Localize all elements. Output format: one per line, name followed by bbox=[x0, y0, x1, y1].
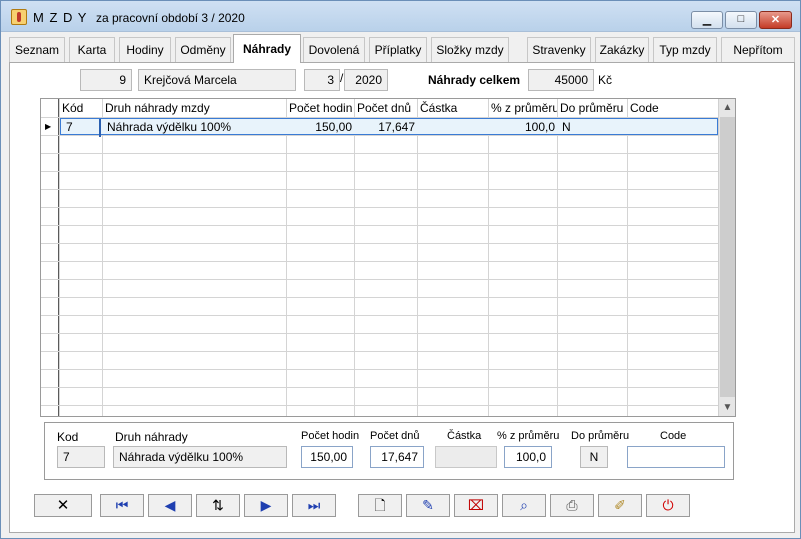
tab-seznam[interactable]: Seznam bbox=[9, 37, 65, 63]
detail-do-prumeru-field[interactable]: N bbox=[580, 446, 608, 468]
detail-kod-label: Kod bbox=[57, 430, 79, 444]
column-header-hodin[interactable]: Počet hodin bbox=[287, 99, 354, 117]
title-bar: M Z D Y za pracovní období 3 / 2020 ▁ □ … bbox=[1, 1, 800, 32]
sort-az-icon: ⇅ bbox=[212, 497, 224, 513]
tab-dovolena[interactable]: Dovolená bbox=[303, 37, 365, 63]
scroll-down-icon[interactable]: ▼ bbox=[719, 399, 735, 416]
column-header-procento[interactable]: % z průměru bbox=[489, 99, 557, 117]
maximize-icon: □ bbox=[737, 13, 745, 25]
total-label: Náhrady celkem bbox=[428, 73, 521, 87]
tab-odmeny[interactable]: Odměny bbox=[175, 37, 231, 63]
tab-nepritom[interactable]: Nepřítom bbox=[721, 37, 795, 63]
binoculars-icon: ⌕ bbox=[520, 497, 528, 513]
tab-hodiny[interactable]: Hodiny bbox=[119, 37, 171, 63]
cell-code[interactable] bbox=[629, 119, 718, 137]
column-header-kod[interactable]: Kód bbox=[60, 99, 102, 117]
app-icon bbox=[11, 9, 27, 25]
tab-karta[interactable]: Karta bbox=[69, 37, 115, 63]
x-icon: ✕ bbox=[56, 497, 70, 514]
detail-castka-input[interactable] bbox=[435, 446, 497, 468]
column-header-code[interactable]: Code bbox=[628, 99, 718, 117]
last-record-icon: ⏭ bbox=[307, 497, 321, 513]
main-window: M Z D Y za pracovní období 3 / 2020 ▁ □ … bbox=[0, 0, 801, 539]
cell-procento[interactable]: 100,0 bbox=[490, 119, 558, 137]
period-year-field[interactable]: 2020 bbox=[344, 69, 388, 91]
delete-record-button[interactable]: ⌧ bbox=[454, 494, 498, 517]
close-icon: ✕ bbox=[770, 14, 781, 26]
close-button[interactable]: ✕ bbox=[759, 11, 792, 29]
sort-button[interactable]: ⇅ bbox=[196, 494, 240, 517]
detail-hodin-input[interactable]: 150,00 bbox=[301, 446, 353, 468]
first-record-button[interactable]: ⏮ bbox=[100, 494, 144, 517]
current-row-pointer-icon: ▶ bbox=[45, 122, 52, 131]
tab-stravenky[interactable]: Stravenky bbox=[527, 37, 591, 63]
column-header-do-prumeru[interactable]: Do průměru bbox=[558, 99, 627, 117]
first-record-icon: ⏮ bbox=[115, 497, 129, 513]
detail-panel: Kod 7 Druh náhrady Náhrada výdělku 100% … bbox=[44, 422, 734, 480]
delete-icon: ⌧ bbox=[467, 497, 485, 513]
scroll-thumb[interactable] bbox=[720, 117, 735, 397]
scroll-up-icon[interactable]: ▲ bbox=[719, 99, 735, 116]
period-separator: / bbox=[340, 71, 344, 85]
next-record-button[interactable]: ▶ bbox=[244, 494, 288, 517]
detail-procento-input[interactable]: 100,0 bbox=[504, 446, 552, 468]
last-record-button[interactable]: ⏭ bbox=[292, 494, 336, 517]
edit-icon: ✎ bbox=[422, 497, 434, 513]
employee-number-field[interactable]: 9 bbox=[80, 69, 132, 91]
detail-druh-label: Druh náhrady bbox=[115, 430, 188, 444]
period-title: za pracovní období 3 / 2020 bbox=[96, 11, 245, 25]
next-record-icon: ▶ bbox=[260, 497, 272, 513]
grid-vertical-scrollbar[interactable]: ▲ ▼ bbox=[718, 99, 735, 416]
power-icon: ⏻ bbox=[662, 497, 674, 513]
compensation-grid[interactable]: ▶ Kód Druh náhrady mzdy Počet hodin Poče… bbox=[40, 98, 736, 417]
total-value-field: 45000 bbox=[528, 69, 594, 91]
cancel-button[interactable]: ✕ bbox=[34, 494, 92, 517]
currency-label: Kč bbox=[598, 73, 613, 87]
employee-name-field[interactable]: Krejčová Marcela bbox=[138, 69, 296, 91]
maximize-button[interactable]: □ bbox=[725, 11, 757, 29]
tab-content: 9 Krejčová Marcela 3 / 2020 Náhrady celk… bbox=[9, 62, 795, 533]
tab-typ-mzdy[interactable]: Typ mzdy bbox=[653, 37, 717, 63]
edit-record-button[interactable]: ✎ bbox=[406, 494, 450, 517]
detail-do-prumeru-label: Do průměru bbox=[571, 430, 630, 442]
app-title: M Z D Y bbox=[33, 10, 88, 25]
prev-record-icon: ◀ bbox=[164, 497, 176, 513]
tab-zakazky[interactable]: Zakázky bbox=[595, 37, 649, 63]
detail-dnu-label: Počet dnů bbox=[370, 430, 420, 442]
cell-castka[interactable] bbox=[419, 119, 489, 137]
detail-druh-field[interactable]: Náhrada výdělku 100% bbox=[113, 446, 287, 468]
cell-hodin[interactable]: 150,00 bbox=[288, 119, 355, 137]
new-document-icon: 🗋 bbox=[374, 497, 386, 513]
minimize-button[interactable]: ▁ bbox=[691, 11, 723, 29]
cell-dnu[interactable]: 17,647 bbox=[356, 119, 418, 137]
column-header-dnu[interactable]: Počet dnů bbox=[355, 99, 417, 117]
tab-strip: Seznam Karta Hodiny Odměny Náhrady Dovol… bbox=[9, 34, 795, 63]
table-row[interactable]: 7 Náhrada výdělku 100% 150,00 17,647 100… bbox=[60, 118, 718, 137]
tab-priplatky[interactable]: Příplatky bbox=[369, 37, 427, 63]
detail-castka-label: Částka bbox=[447, 430, 482, 442]
cell-kod[interactable]: 7 bbox=[63, 119, 101, 137]
detail-procento-label: % z průměru bbox=[497, 430, 560, 442]
period-month-field[interactable]: 3 bbox=[304, 69, 340, 91]
printer-icon: ⎙ bbox=[566, 497, 578, 513]
find-button[interactable]: ⌕ bbox=[502, 494, 546, 517]
cell-do-prumeru[interactable]: N bbox=[559, 119, 628, 137]
tab-nahrady[interactable]: Náhrady bbox=[233, 34, 301, 63]
eraser-icon: ✐ bbox=[614, 497, 626, 513]
new-record-button[interactable]: 🗋 bbox=[358, 494, 402, 517]
minimize-icon: ▁ bbox=[702, 14, 712, 26]
cell-druh[interactable]: Náhrada výdělku 100% bbox=[104, 119, 287, 137]
prev-record-button[interactable]: ◀ bbox=[148, 494, 192, 517]
print-button[interactable]: ⎙ bbox=[550, 494, 594, 517]
detail-hodin-label: Počet hodin bbox=[301, 430, 360, 442]
column-header-castka[interactable]: Částka bbox=[418, 99, 488, 117]
exit-button[interactable]: ⏻ bbox=[646, 494, 690, 517]
detail-code-label: Code bbox=[660, 430, 687, 442]
detail-kod-field[interactable]: 7 bbox=[57, 446, 105, 468]
detail-dnu-input[interactable]: 17,647 bbox=[370, 446, 424, 468]
detail-code-input[interactable] bbox=[627, 446, 725, 468]
tab-slozky-mzdy[interactable]: Složky mzdy bbox=[431, 37, 509, 63]
column-header-druh[interactable]: Druh náhrady mzdy bbox=[103, 99, 286, 117]
clear-button[interactable]: ✐ bbox=[598, 494, 642, 517]
